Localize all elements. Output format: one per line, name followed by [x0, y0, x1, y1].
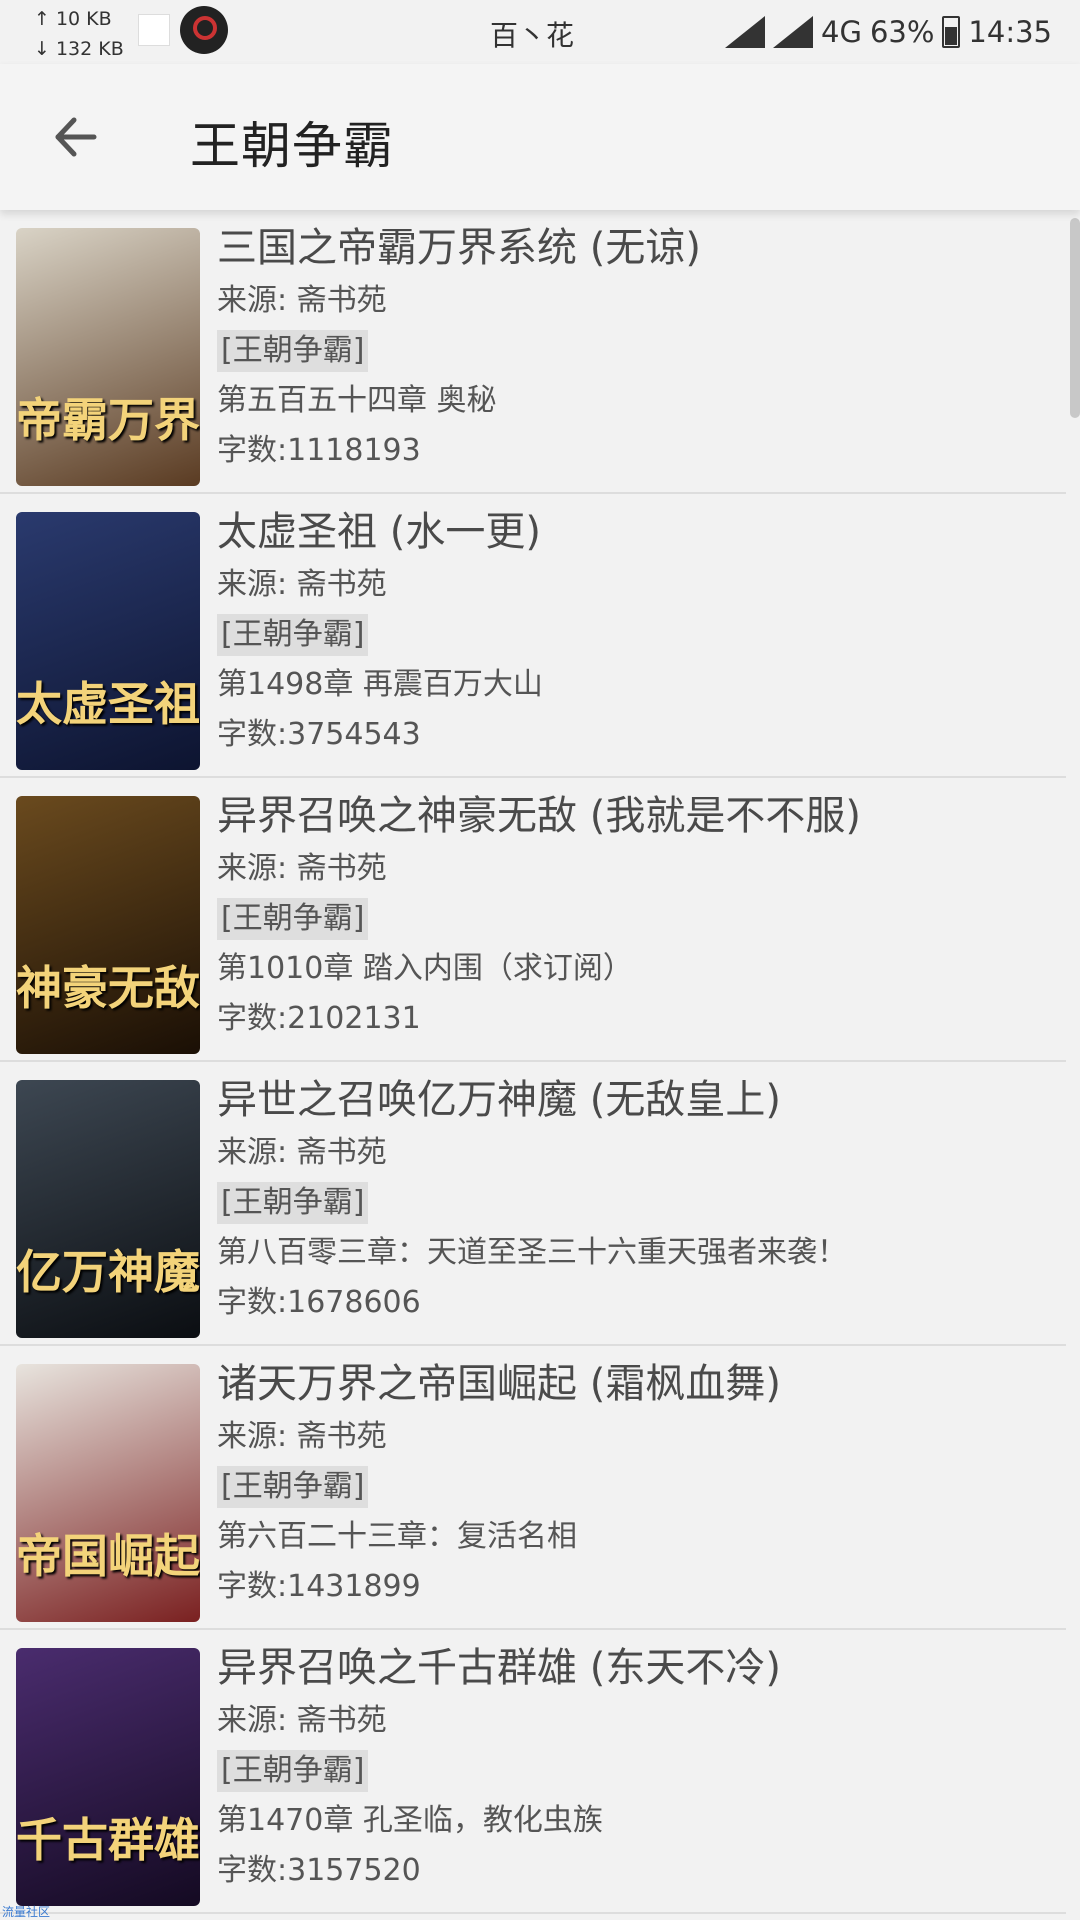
book-cover: 太虚圣祖	[16, 512, 200, 770]
book-cover: 帝国崛起	[16, 1364, 200, 1622]
book-cover: 帝霸万界	[16, 228, 200, 486]
latest-chapter: 第六百二十三章：复活名相	[217, 1519, 577, 1554]
book-title: 异世之召唤亿万神魔 (无敌皇上)	[217, 1077, 781, 1123]
cover-title: 神豪无敌	[16, 960, 200, 1015]
status-bar: ↑ 10 KB ↓ 132 KB 百丶花 4G 63% 14:35	[0, 0, 1080, 64]
cover-title: 帝国崛起	[16, 1528, 200, 1583]
book-source: 来源: 斋书苑	[217, 1135, 387, 1170]
book-tag: [王朝争霸]	[217, 1182, 369, 1224]
back-button[interactable]	[40, 102, 110, 172]
book-cover: 千古群雄	[16, 1648, 200, 1906]
book-title: 异界召唤之神豪无敌 (我就是不不服)	[217, 793, 861, 839]
cover-title: 千古群雄	[16, 1812, 200, 1867]
word-count: 字数:1678606	[217, 1285, 421, 1320]
watermark: 流量社区	[2, 1905, 51, 1919]
latest-chapter: 第1498章 再震百万大山	[217, 667, 543, 702]
carrier-name: 百丶花	[490, 19, 575, 52]
book-title: 太虚圣祖 (水一更)	[217, 509, 541, 555]
gallery-notification-icon	[138, 14, 170, 46]
book-cover: 亿万神魔	[16, 1080, 200, 1338]
book-tag: [王朝争霸]	[217, 1466, 369, 1508]
book-source: 来源: 斋书苑	[217, 1419, 387, 1454]
network-type: 4G	[821, 15, 862, 49]
latest-chapter: 第1010章 踏入内围（求订阅）	[217, 951, 633, 986]
word-count: 字数:3754543	[217, 717, 421, 752]
word-count: 字数:2102131	[217, 1001, 421, 1036]
latest-chapter: 第五百五十四章 奥秘	[217, 383, 497, 418]
status-right: 4G 63% 14:35	[725, 10, 1052, 54]
latest-chapter: 第1470章 孔圣临，教化虫族	[217, 1803, 603, 1838]
signal-icon-2	[773, 16, 814, 48]
book-source: 来源: 斋书苑	[217, 851, 387, 886]
upload-speed: ↑ 10 KB	[34, 8, 112, 30]
cover-title: 帝霸万界	[16, 392, 200, 447]
book-title: 三国之帝霸万界系统 (无谅)	[217, 225, 701, 271]
book-source: 来源: 斋书苑	[217, 1703, 387, 1738]
download-speed: ↓ 132 KB	[34, 38, 124, 60]
network-speed: ↑ 10 KB ↓ 132 KB	[34, 4, 124, 64]
book-tag: [王朝争霸]	[217, 1750, 369, 1792]
book-title: 诸天万界之帝国崛起 (霜枫血舞)	[217, 1361, 781, 1407]
book-tag: [王朝争霸]	[217, 330, 369, 372]
book-row[interactable]: 千古群雄 异界召唤之千古群雄 (东天不冷) 来源: 斋书苑 [王朝争霸] 第14…	[0, 1630, 1066, 1914]
word-count: 字数:3157520	[217, 1853, 421, 1888]
book-row[interactable]: 帝国崛起 诸天万界之帝国崛起 (霜枫血舞) 来源: 斋书苑 [王朝争霸] 第六百…	[0, 1346, 1066, 1630]
battery-icon	[942, 16, 961, 48]
app-notification-icon	[180, 6, 228, 54]
book-row[interactable]: 太虚圣祖 太虚圣祖 (水一更) 来源: 斋书苑 [王朝争霸] 第1498章 再震…	[0, 494, 1066, 778]
clock: 14:35	[968, 15, 1052, 49]
cover-title: 亿万神魔	[16, 1244, 200, 1299]
book-list[interactable]: 帝霸万界 三国之帝霸万界系统 (无谅) 来源: 斋书苑 [王朝争霸] 第五百五十…	[0, 210, 1066, 1914]
word-count: 字数:1118193	[217, 433, 421, 468]
book-row[interactable]: 帝霸万界 三国之帝霸万界系统 (无谅) 来源: 斋书苑 [王朝争霸] 第五百五十…	[0, 210, 1066, 494]
book-source: 来源: 斋书苑	[217, 567, 387, 602]
arrow-left-icon	[55, 117, 97, 157]
scrollbar[interactable]	[1070, 218, 1080, 418]
page-title: 王朝争霸	[190, 117, 394, 175]
word-count: 字数:1431899	[217, 1569, 421, 1604]
book-row[interactable]: 神豪无敌 异界召唤之神豪无敌 (我就是不不服) 来源: 斋书苑 [王朝争霸] 第…	[0, 778, 1066, 1062]
book-tag: [王朝争霸]	[217, 898, 369, 940]
latest-chapter: 第八百零三章：天道至圣三十六重天强者来袭！	[217, 1235, 847, 1270]
book-cover: 神豪无敌	[16, 796, 200, 1054]
book-source: 来源: 斋书苑	[217, 283, 387, 318]
book-tag: [王朝争霸]	[217, 614, 369, 656]
cover-title: 太虚圣祖	[16, 676, 200, 731]
app-bar: 王朝争霸	[0, 64, 1080, 210]
book-title: 异界召唤之千古群雄 (东天不冷)	[217, 1645, 781, 1691]
signal-icon	[725, 16, 766, 48]
book-row[interactable]: 亿万神魔 异世之召唤亿万神魔 (无敌皇上) 来源: 斋书苑 [王朝争霸] 第八百…	[0, 1062, 1066, 1346]
battery-percent: 63%	[869, 15, 935, 49]
